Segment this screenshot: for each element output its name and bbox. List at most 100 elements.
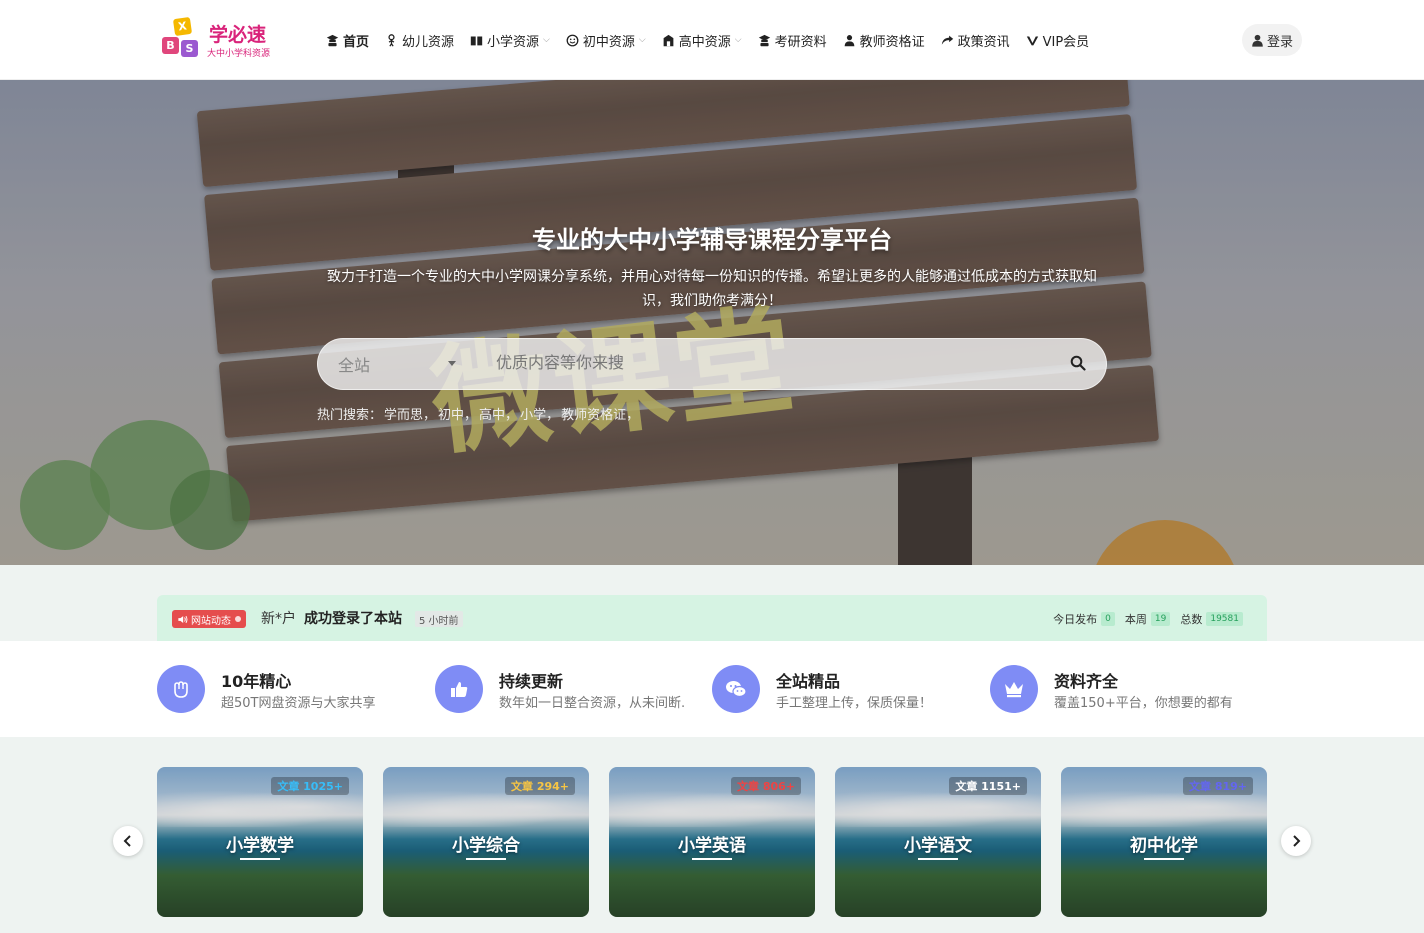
- carousel-next-button[interactable]: [1281, 826, 1311, 856]
- crown-icon: [990, 665, 1038, 713]
- stat-count: 0: [1101, 612, 1115, 626]
- title-underline: [692, 858, 732, 860]
- hot-search-label: 热门搜索：: [317, 408, 383, 423]
- feature-desc: 超50T网盘资源与大家共享: [221, 696, 376, 711]
- notice-action: 成功登录了本站: [304, 611, 402, 627]
- notice-tag: 网站动态: [172, 610, 246, 628]
- category-card[interactable]: 文章 819+ 初中化学: [1061, 767, 1267, 917]
- nav-item-home[interactable]: 首页: [318, 24, 377, 56]
- stat-count: 19: [1150, 612, 1171, 626]
- title-underline: [466, 858, 506, 860]
- feature-item: 全站精品 手工整理上传，保质保量！: [712, 665, 972, 713]
- child-icon: [385, 33, 398, 47]
- site-header: X B S 学必速 大中小学科资源 首页 幼儿资源 小学资源 ⌵ 初中资源 ⌵ …: [0, 0, 1424, 80]
- search-input[interactable]: [496, 339, 1036, 389]
- logo-name: 学必速: [209, 24, 267, 46]
- notice-user[interactable]: 新*户: [261, 608, 296, 628]
- nav-item-primary[interactable]: 小学资源 ⌵: [462, 24, 558, 56]
- search-scope-label: 全站: [338, 356, 371, 375]
- site-logo[interactable]: X B S 学必速 大中小学科资源: [162, 16, 282, 64]
- thumbs-up-icon: [435, 665, 483, 713]
- hero-overlay: [0, 80, 1424, 565]
- hot-search: 热门搜索： 学而思， 初中， 高中， 小学， 教师资格证，: [317, 404, 641, 423]
- nav-label: 初中资源: [582, 34, 635, 50]
- category-name: 小学语文: [904, 836, 972, 856]
- logo-letter: S: [181, 40, 198, 57]
- nav-label: 政策资讯: [957, 34, 1010, 50]
- teacher-icon: [843, 34, 856, 47]
- notice-time: 5 小时前: [415, 611, 463, 627]
- book-icon: [470, 34, 483, 47]
- login-label: 登录: [1266, 34, 1293, 50]
- nav-label: 幼儿资源: [402, 34, 455, 50]
- school-icon: [662, 34, 675, 47]
- stat-label: 总数: [1180, 613, 1203, 626]
- nav-item-vip[interactable]: VIP会员: [1018, 24, 1098, 56]
- post-stats: 今日发布 0 本周 19 总数 19581: [1043, 611, 1243, 627]
- nav-item-senior[interactable]: 高中资源 ⌵: [654, 24, 750, 56]
- nav-label: VIP会员: [1042, 34, 1090, 50]
- carousel-prev-button[interactable]: [113, 826, 143, 856]
- smile-icon: [566, 34, 579, 47]
- hot-search-item[interactable]: 初中，: [438, 404, 477, 423]
- nav-label: 教师资格证: [859, 34, 925, 50]
- nav-item-postgrad[interactable]: 考研资料: [750, 24, 835, 56]
- hand-icon: [157, 665, 205, 713]
- wechat-icon: [712, 665, 760, 713]
- logo-letter: X: [172, 16, 193, 37]
- title-underline: [918, 858, 958, 860]
- feature-item: 资料齐全 覆盖150+平台，你想要的都有: [990, 665, 1260, 713]
- share-icon: [941, 34, 954, 47]
- feature-title: 资料齐全: [1054, 672, 1119, 691]
- vip-icon: [1026, 34, 1039, 47]
- nav-label: 首页: [343, 34, 370, 50]
- chevron-right-icon: [1293, 835, 1301, 847]
- site-activity-bar: 网站动态 新*户 成功登录了本站 5 小时前 今日发布 0 本周 19 总数 1…: [157, 595, 1267, 641]
- article-count-badge: 文章 1025+: [271, 777, 349, 795]
- title-underline: [1144, 858, 1184, 860]
- category-card[interactable]: 文章 1151+ 小学语文: [835, 767, 1041, 917]
- title-underline: [240, 858, 280, 860]
- category-name: 小学数学: [226, 836, 294, 856]
- nav-label: 考研资料: [774, 34, 827, 50]
- nav-item-kindergarten[interactable]: 幼儿资源: [377, 24, 462, 56]
- graduate-icon: [326, 34, 339, 47]
- hero-banner: 微课堂 专业的大中小学辅导课程分享平台 致力于打造一个专业的大中小学网课分享系统…: [0, 80, 1424, 565]
- notice-section: 网站动态 新*户 成功登录了本站 5 小时前 今日发布 0 本周 19 总数 1…: [0, 565, 1424, 641]
- nav-item-policy[interactable]: 政策资讯: [933, 24, 1018, 56]
- nav-item-teacher-cert[interactable]: 教师资格证: [835, 24, 933, 56]
- category-card[interactable]: 文章 294+ 小学综合: [383, 767, 589, 917]
- article-count-badge: 文章 806+: [730, 777, 801, 795]
- article-count-badge: 文章 1151+: [949, 777, 1027, 795]
- stat-count: 19581: [1206, 612, 1243, 626]
- stat-label: 今日发布: [1053, 613, 1098, 626]
- feature-title: 全站精品: [776, 672, 841, 691]
- hero-title: 专业的大中小学辅导课程分享平台: [532, 226, 892, 254]
- hot-search-item[interactable]: 小学，: [520, 404, 559, 423]
- chevron-down-icon: ⌵: [638, 35, 646, 45]
- hot-search-item[interactable]: 高中，: [479, 404, 518, 423]
- logo-letter: B: [162, 37, 179, 54]
- main-nav: 首页 幼儿资源 小学资源 ⌵ 初中资源 ⌵ 高中资源 ⌵ 考研资料 教师资格证: [318, 24, 1097, 56]
- speaker-icon: [177, 614, 188, 625]
- nav-item-junior[interactable]: 初中资源 ⌵: [558, 24, 654, 56]
- search-icon[interactable]: [1070, 355, 1088, 373]
- feature-item: 10年精心 超50T网盘资源与大家共享: [157, 665, 417, 713]
- feature-title: 持续更新: [499, 672, 564, 691]
- article-count-badge: 文章 294+: [504, 777, 575, 795]
- logo-cubes-icon: X B S: [162, 16, 204, 62]
- chevron-down-icon: ⌵: [734, 35, 742, 45]
- caret-down-icon[interactable]: [448, 361, 456, 366]
- search-box: 全站: [317, 338, 1107, 390]
- login-button[interactable]: 登录: [1242, 24, 1302, 56]
- chevron-down-icon: ⌵: [543, 35, 550, 45]
- hot-search-item[interactable]: 教师资格证，: [561, 404, 639, 423]
- category-card[interactable]: 文章 806+ 小学英语: [609, 767, 815, 917]
- category-card[interactable]: 文章 1025+ 小学数学: [157, 767, 363, 917]
- hot-search-item[interactable]: 学而思，: [384, 404, 436, 423]
- graduate-icon: [758, 34, 771, 47]
- stat-label: 本周: [1124, 613, 1147, 626]
- feature-desc: 覆盖150+平台，你想要的都有: [1054, 696, 1233, 711]
- notice-dot: [235, 616, 241, 622]
- category-name: 初中化学: [1130, 836, 1198, 856]
